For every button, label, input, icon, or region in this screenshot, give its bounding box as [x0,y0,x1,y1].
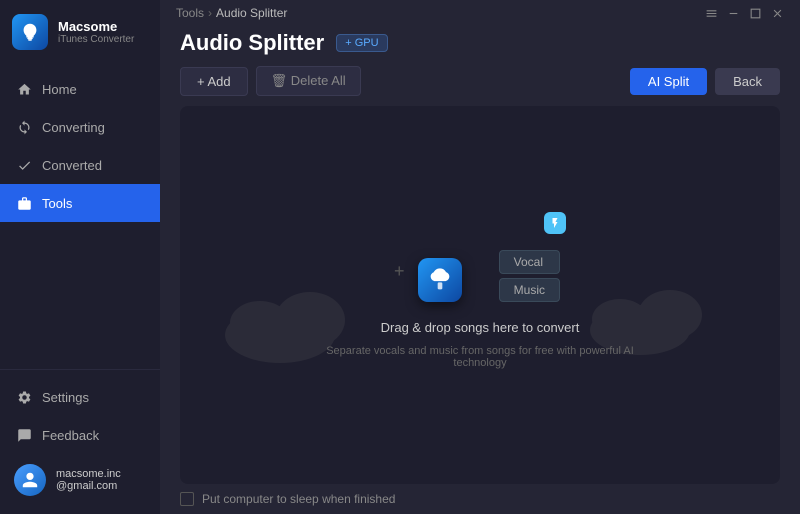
sidebar-item-converted[interactable]: Converted [0,146,160,184]
sidebar-item-converting-label: Converting [42,120,105,135]
sidebar-item-settings-label: Settings [42,390,89,405]
sleep-label: Put computer to sleep when finished [202,492,395,506]
gpu-badge: + GPU [336,34,387,52]
add-button[interactable]: + Add [180,67,248,96]
user-name: macsome.inc [56,468,121,480]
sidebar-item-tools-label: Tools [42,196,72,211]
vocal-tag: Vocal [499,250,560,274]
app-logo: Macsome iTunes Converter [0,0,160,64]
toolbar: + Add 🗑 Delete All AI Split Back [160,66,800,106]
window-controls [704,6,784,20]
vocal-music-tags: Vocal Music [499,250,560,302]
sidebar-item-home[interactable]: Home [0,70,160,108]
minimize-button[interactable] [726,6,740,20]
sleep-checkbox[interactable] [180,492,194,506]
breadcrumb: Tools › Audio Splitter [176,6,287,20]
close-button[interactable] [770,6,784,20]
tools-icon [16,195,32,211]
user-account[interactable]: macsome.inc @gmail.com [0,454,160,506]
title-bar: Tools › Audio Splitter [160,0,800,20]
app-name: Macsome [58,19,134,34]
converted-icon [16,157,32,173]
sidebar-nav: Home Converting Converted [0,64,160,369]
converting-icon [16,119,32,135]
footer: Put computer to sleep when finished [160,484,800,514]
main-content: Tools › Audio Splitter Audio Splitter + … [160,0,800,514]
sidebar-item-home-label: Home [42,82,77,97]
drop-sub-text: Separate vocals and music from songs for… [310,345,650,369]
sidebar-item-feedback-label: Feedback [42,428,99,443]
page-header: Audio Splitter + GPU [160,20,800,66]
sidebar: Macsome iTunes Converter Home Converting [0,0,160,514]
app-icon-box [418,258,462,302]
gpu-badge-label: + GPU [345,37,378,49]
app-name-group: Macsome iTunes Converter [58,19,134,45]
sidebar-item-tools[interactable]: Tools [0,184,160,222]
sidebar-item-settings[interactable]: Settings [0,378,160,416]
app-subtitle: iTunes Converter [58,34,134,45]
plus-icon: + [394,261,405,282]
drop-content: + Vocal Music [310,222,650,369]
home-icon [16,81,32,97]
app-logo-icon [12,14,48,50]
drop-zone[interactable]: + Vocal Music [180,106,780,484]
spark-icon [544,212,566,234]
delete-all-button[interactable]: 🗑 Delete All [256,66,361,96]
breadcrumb-separator: › [208,6,212,20]
drop-illustration: + Vocal Music [380,222,580,302]
feedback-icon [16,427,32,443]
music-tag: Music [499,278,560,302]
ai-split-button[interactable]: AI Split [630,68,707,95]
menu-icon[interactable] [704,6,718,20]
breadcrumb-parent: Tools [176,6,204,20]
drop-main-text: Drag & drop songs here to convert [381,320,580,335]
sidebar-item-feedback[interactable]: Feedback [0,416,160,454]
user-info: macsome.inc @gmail.com [56,468,121,492]
back-button[interactable]: Back [715,68,780,95]
page-title: Audio Splitter [180,30,324,56]
breadcrumb-current: Audio Splitter [216,6,287,20]
settings-icon [16,389,32,405]
sidebar-item-converted-label: Converted [42,158,102,173]
maximize-button[interactable] [748,6,762,20]
avatar [14,464,46,496]
sidebar-bottom: Settings Feedback macsome.inc @gmail.com [0,369,160,514]
sidebar-item-converting[interactable]: Converting [0,108,160,146]
user-email: @gmail.com [56,480,121,492]
